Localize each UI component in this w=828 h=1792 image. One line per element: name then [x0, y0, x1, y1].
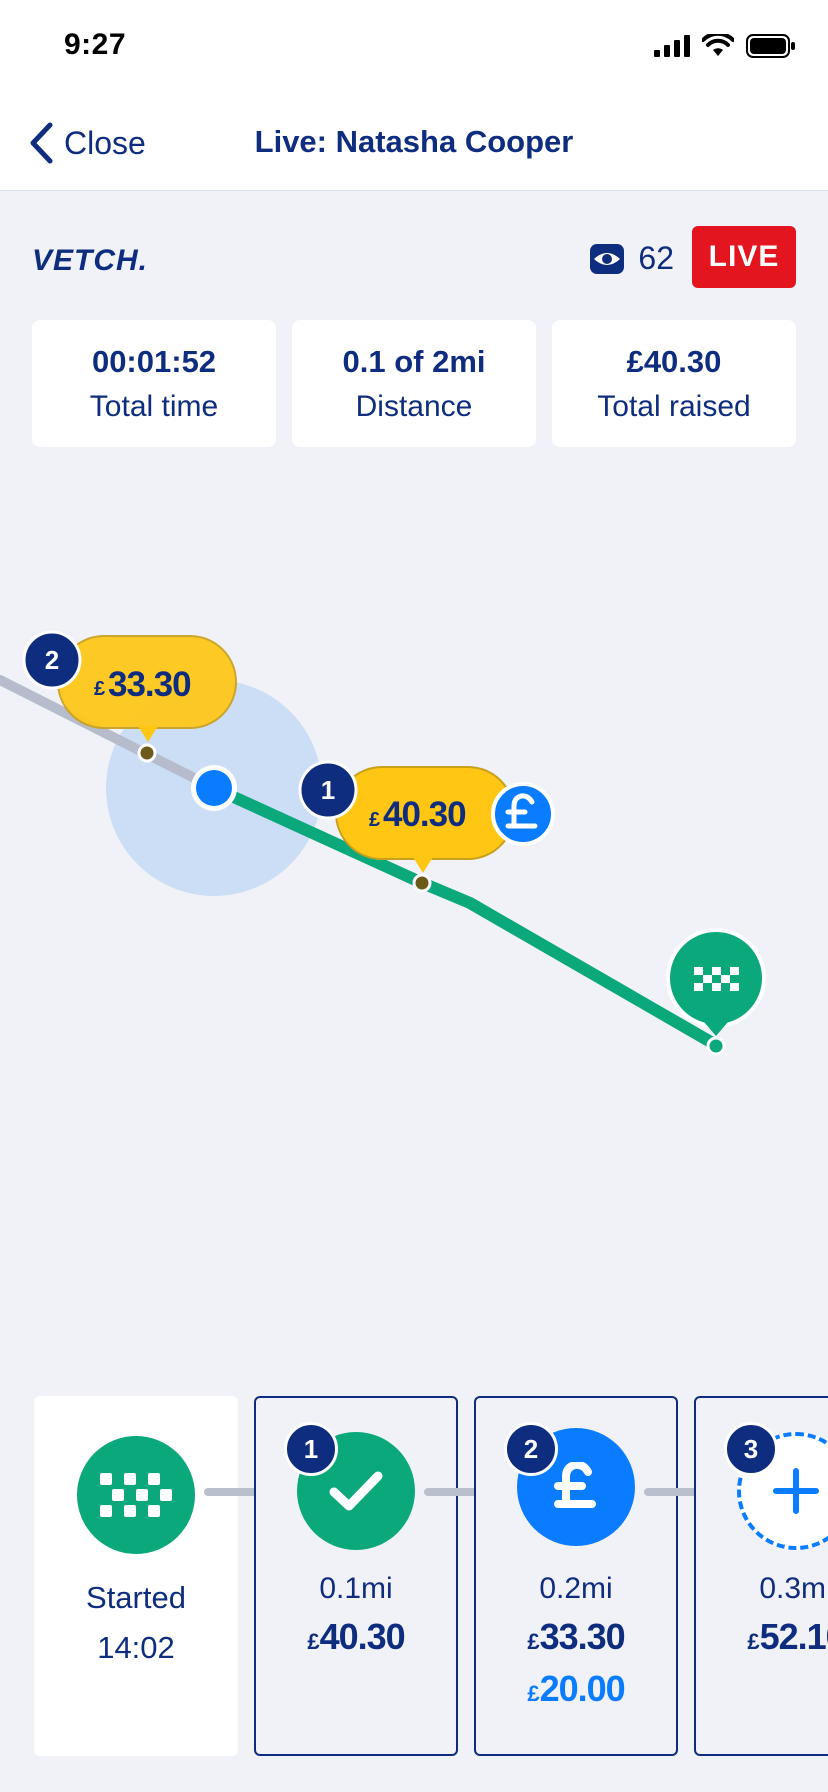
- stat-distance: 0.1 of 2mi Distance: [292, 320, 536, 447]
- finish-marker[interactable]: [666, 928, 766, 1056]
- finish-flag-icon: [100, 1473, 172, 1517]
- close-label: Close: [64, 124, 146, 161]
- milestone-number-badge: 2: [504, 1422, 558, 1476]
- milestone-card-3[interactable]: 3 0.3mi £52.10: [694, 1396, 828, 1756]
- marker-currency: £: [369, 809, 380, 831]
- milestone-number-badge: 1: [284, 1422, 338, 1476]
- amount-value: 40.30: [319, 1616, 406, 1657]
- stat-value: £40.30: [626, 343, 722, 379]
- marker-number: 1: [321, 775, 335, 805]
- start-label: Started: [86, 1580, 186, 1615]
- milestone-carousel[interactable]: Started 14:02 1 0.1mi £40.30 2 0.2mi £33…: [0, 1396, 828, 1756]
- viewer-count: 62: [638, 240, 674, 276]
- start-card[interactable]: Started 14:02: [34, 1396, 238, 1756]
- wifi-icon: [702, 34, 734, 56]
- pound-icon: [491, 782, 555, 846]
- milestone-amount: £33.30: [476, 1616, 676, 1658]
- currency-symbol: £: [747, 1629, 760, 1654]
- checkmark-icon: [329, 1471, 383, 1511]
- stat-label: Distance: [355, 389, 473, 423]
- pound-icon: [554, 1462, 596, 1508]
- current-location-icon: [191, 765, 237, 811]
- marker-amount: 40.30: [383, 795, 466, 834]
- milestone-amount: £40.30: [256, 1616, 456, 1658]
- stat-value: 0.1 of 2mi: [342, 343, 486, 379]
- chevron-left-icon: [30, 122, 53, 164]
- marker-currency: £: [94, 678, 105, 700]
- marker-number: 2: [45, 645, 59, 675]
- milestone-card-2[interactable]: 2 0.2mi £33.30 £20.00: [474, 1396, 678, 1756]
- amount-value: 20.00: [539, 1668, 626, 1709]
- live-badge: LIVE: [692, 226, 796, 288]
- milestone-distance: 0.1mi: [319, 1572, 393, 1605]
- brand-row: VETCH. 62 LIVE: [32, 226, 796, 288]
- map-marker-1[interactable]: £ 40.30 1: [298, 760, 555, 893]
- currency-symbol: £: [307, 1629, 320, 1654]
- signal-icon: [654, 35, 690, 57]
- eye-icon: [590, 243, 625, 274]
- status-bar: 9:27: [0, 0, 828, 88]
- start-circle: [77, 1436, 195, 1554]
- navigation-bar: Live: Natasha Cooper Close: [0, 88, 828, 191]
- marker-amount: 33.30: [108, 665, 191, 704]
- milestone-distance: 0.2mi: [539, 1572, 613, 1605]
- milestone-card-1[interactable]: 1 0.1mi £40.30: [254, 1396, 458, 1756]
- viewer-counter: 62: [590, 240, 674, 277]
- currency-symbol: £: [527, 1681, 540, 1706]
- close-button[interactable]: Close: [28, 122, 146, 164]
- milestone-extra-amount: £20.00: [476, 1668, 676, 1710]
- marker-pointer: [413, 857, 433, 873]
- status-time: 9:27: [64, 28, 127, 61]
- marker-anchor: [412, 873, 432, 893]
- amount-value: 52.10: [759, 1616, 828, 1657]
- start-time: 14:02: [97, 1630, 175, 1665]
- milestone-distance: 0.3mi: [759, 1572, 828, 1605]
- brand-logo: VETCH.: [32, 244, 149, 277]
- milestone-amount: £52.10: [696, 1616, 828, 1658]
- stat-total-raised: £40.30 Total raised: [552, 320, 796, 447]
- marker-anchor: [137, 743, 157, 763]
- plus-icon: [773, 1468, 819, 1514]
- stat-label: Total time: [89, 389, 219, 423]
- currency-symbol: £: [527, 1629, 540, 1654]
- amount-value: 33.30: [539, 1616, 626, 1657]
- battery-icon: [746, 34, 795, 58]
- route-map[interactable]: £ 33.30 2 £ 40.30 1: [0, 460, 828, 1360]
- status-icons: [654, 34, 796, 58]
- stat-label: Total raised: [597, 389, 751, 423]
- stat-value: 00:01:52: [91, 343, 217, 379]
- stats-row: 00:01:52 Total time 0.1 of 2mi Distance …: [32, 320, 796, 447]
- milestone-number-badge: 3: [724, 1422, 778, 1476]
- stat-total-time: 00:01:52 Total time: [32, 320, 276, 447]
